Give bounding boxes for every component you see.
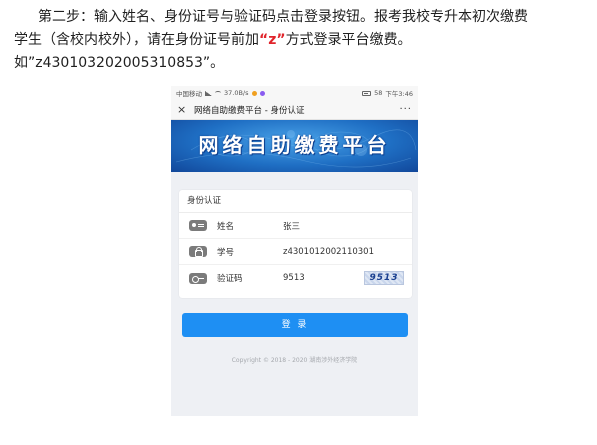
- instructions: 第二步：输入姓名、身份证号与验证码点击登录按钮。报考我校专升本初次缴费 学生（含…: [14, 6, 589, 75]
- battery-icon: [362, 90, 372, 96]
- student-id-label: 学号: [217, 247, 235, 258]
- carrier-label: 中国移动: [176, 90, 202, 98]
- id-card-icon: [189, 220, 207, 231]
- instruction-line-2-end: 方式登录平台缴费。: [285, 32, 412, 48]
- battery-level: 58: [374, 89, 383, 97]
- captcha-image[interactable]: 9513: [364, 271, 404, 285]
- more-icon[interactable]: ···: [399, 104, 412, 115]
- captcha-label: 验证码: [217, 274, 243, 284]
- instruction-line-2: 学生（含校内校外），请在身份证号前加“z”方式登录平台缴费。: [14, 29, 589, 52]
- student-id-field[interactable]: z4301012002110301: [283, 247, 412, 257]
- captcha-field[interactable]: 9513: [283, 273, 364, 283]
- instruction-line-2-start: 学生（含校内校外），请在身份证号前加: [14, 32, 259, 48]
- signal-icon: [205, 90, 212, 96]
- close-icon[interactable]: ×: [177, 104, 191, 115]
- banner-title: 网络自助缴费平台: [198, 133, 391, 157]
- login-button[interactable]: 登 录: [182, 313, 408, 337]
- captcha-row[interactable]: 验证码 9513 9513: [179, 265, 412, 291]
- phone-screenshot: 中国移动 37.0B/s 58 下午3:46 × 网络自助缴费平台 - 身份认证…: [171, 86, 418, 416]
- app-icon: [259, 90, 265, 96]
- name-field[interactable]: 张三: [283, 220, 412, 232]
- copyright: Copyright © 2018 - 2020 湖南涉外经济学院: [231, 357, 358, 364]
- instruction-line-1: 第二步：输入姓名、身份证号与验证码点击登录按钮。报考我校专升本初次缴费: [38, 9, 528, 25]
- name-row[interactable]: 姓名 张三: [179, 213, 412, 239]
- auth-form: 身份认证 姓名 张三 学号 z4301012002110301 验证码 9513…: [179, 190, 412, 298]
- banner: 网络自助缴费平台: [171, 120, 418, 172]
- form-heading: 身份认证: [179, 190, 412, 213]
- nav-bar: × 网络自助缴费平台 - 身份认证 ···: [171, 100, 418, 120]
- nav-title: 网络自助缴费平台 - 身份认证: [194, 105, 305, 116]
- wifi-icon: [215, 91, 221, 95]
- key-icon: [189, 272, 207, 284]
- z-prefix-highlight: “z”: [259, 32, 286, 48]
- status-bar: 中国移动 37.0B/s 58 下午3:46: [171, 86, 418, 100]
- network-speed: 37.0B/s: [224, 89, 249, 97]
- notification-icon: [251, 90, 257, 96]
- name-label: 姓名: [217, 221, 235, 232]
- student-id-row[interactable]: 学号 z4301012002110301: [179, 239, 412, 265]
- instruction-line-3: 如”z430103202005310853”。: [14, 55, 225, 71]
- lock-icon: [189, 246, 207, 257]
- clock: 下午3:46: [385, 90, 413, 98]
